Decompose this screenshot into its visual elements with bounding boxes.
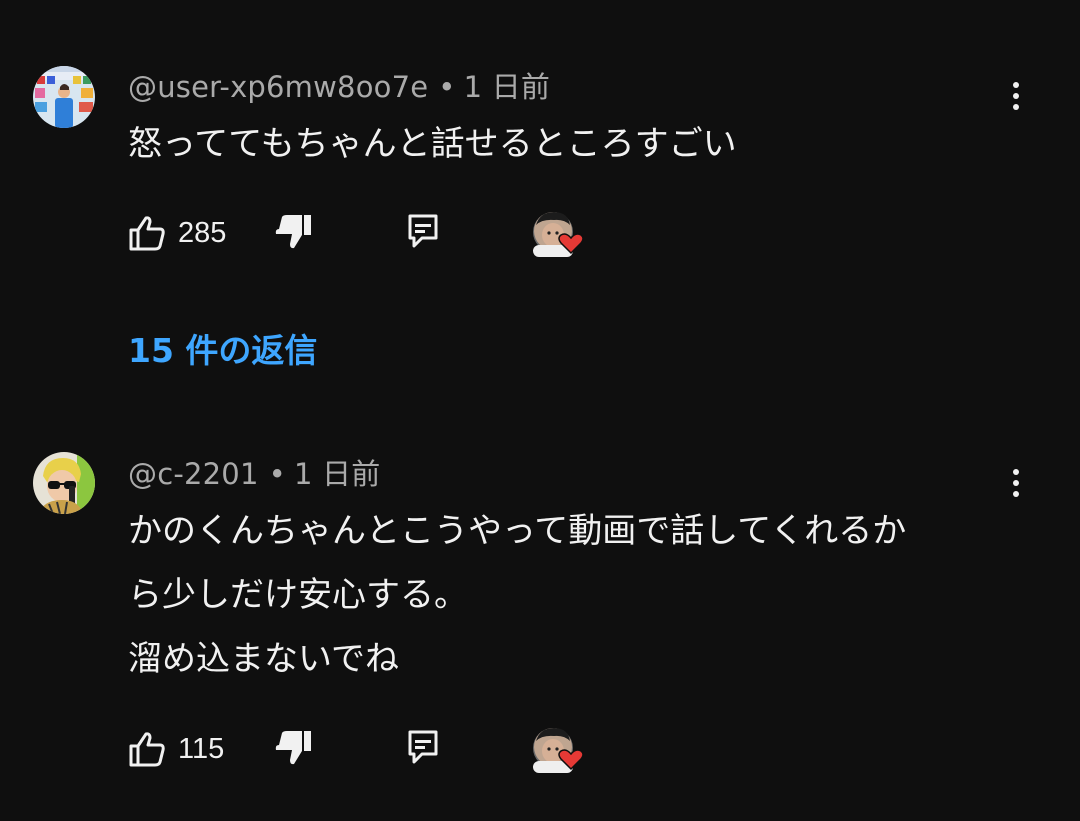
reply-icon (408, 214, 438, 248)
more-vert-icon[interactable] (1000, 76, 1032, 116)
commenter-avatar[interactable] (33, 452, 95, 514)
comment-meta: @c-2201 • 1 日前 (128, 451, 380, 493)
like-count: 285 (178, 216, 227, 249)
comment-meta: @user-xp6mw8oo7e • 1 日前 (128, 64, 550, 106)
dislike-button[interactable] (274, 727, 314, 771)
comment-actions: 115 (128, 727, 608, 773)
comment-actions: 285 (128, 211, 608, 257)
thumbs-up-icon (129, 732, 165, 767)
comment-timestamp[interactable]: 1 日前 (464, 70, 550, 104)
comment-line: 怒っててもちゃんと話せるところすごい (128, 124, 737, 164)
comment-text: かのくんちゃんとこうやって動画で話してくれるか ら少しだけ安心する。 溜め込まな… (128, 499, 1008, 691)
like-button[interactable]: 115 (128, 727, 224, 771)
comment-line: ら少しだけ安心する。 (128, 575, 468, 615)
avatar-image (33, 452, 95, 514)
comment-text: 怒っててもちゃんと話せるところすごい (128, 112, 1008, 176)
creator-heart-badge (533, 728, 584, 773)
commenter-handle[interactable]: @c-2201 (128, 457, 259, 491)
reply-button[interactable] (408, 727, 444, 771)
comment-line: かのくんちゃんとこうやって動画で話してくれるか (128, 511, 907, 551)
reply-button[interactable] (408, 211, 444, 255)
comment-line: 溜め込まないでね (128, 639, 399, 679)
thumbs-up-icon (129, 216, 165, 251)
like-button[interactable]: 285 (128, 211, 226, 255)
meta-separator: • (438, 70, 456, 104)
commenter-handle[interactable]: @user-xp6mw8oo7e (128, 70, 428, 104)
view-replies-link[interactable]: 15 件の返信 (128, 324, 317, 372)
like-count: 115 (178, 732, 225, 765)
reply-icon (408, 730, 438, 764)
comment-timestamp[interactable]: 1 日前 (294, 457, 380, 491)
meta-separator: • (268, 457, 286, 491)
creator-heart-icon (530, 723, 588, 775)
thumbs-down-icon (275, 215, 311, 249)
dislike-button[interactable] (274, 211, 314, 255)
avatar-image (33, 66, 95, 128)
commenter-avatar[interactable] (33, 66, 95, 128)
creator-heart-icon (530, 207, 588, 259)
more-vert-icon[interactable] (1000, 463, 1032, 503)
creator-heart-badge (533, 212, 584, 257)
thumbs-down-icon (275, 731, 311, 765)
